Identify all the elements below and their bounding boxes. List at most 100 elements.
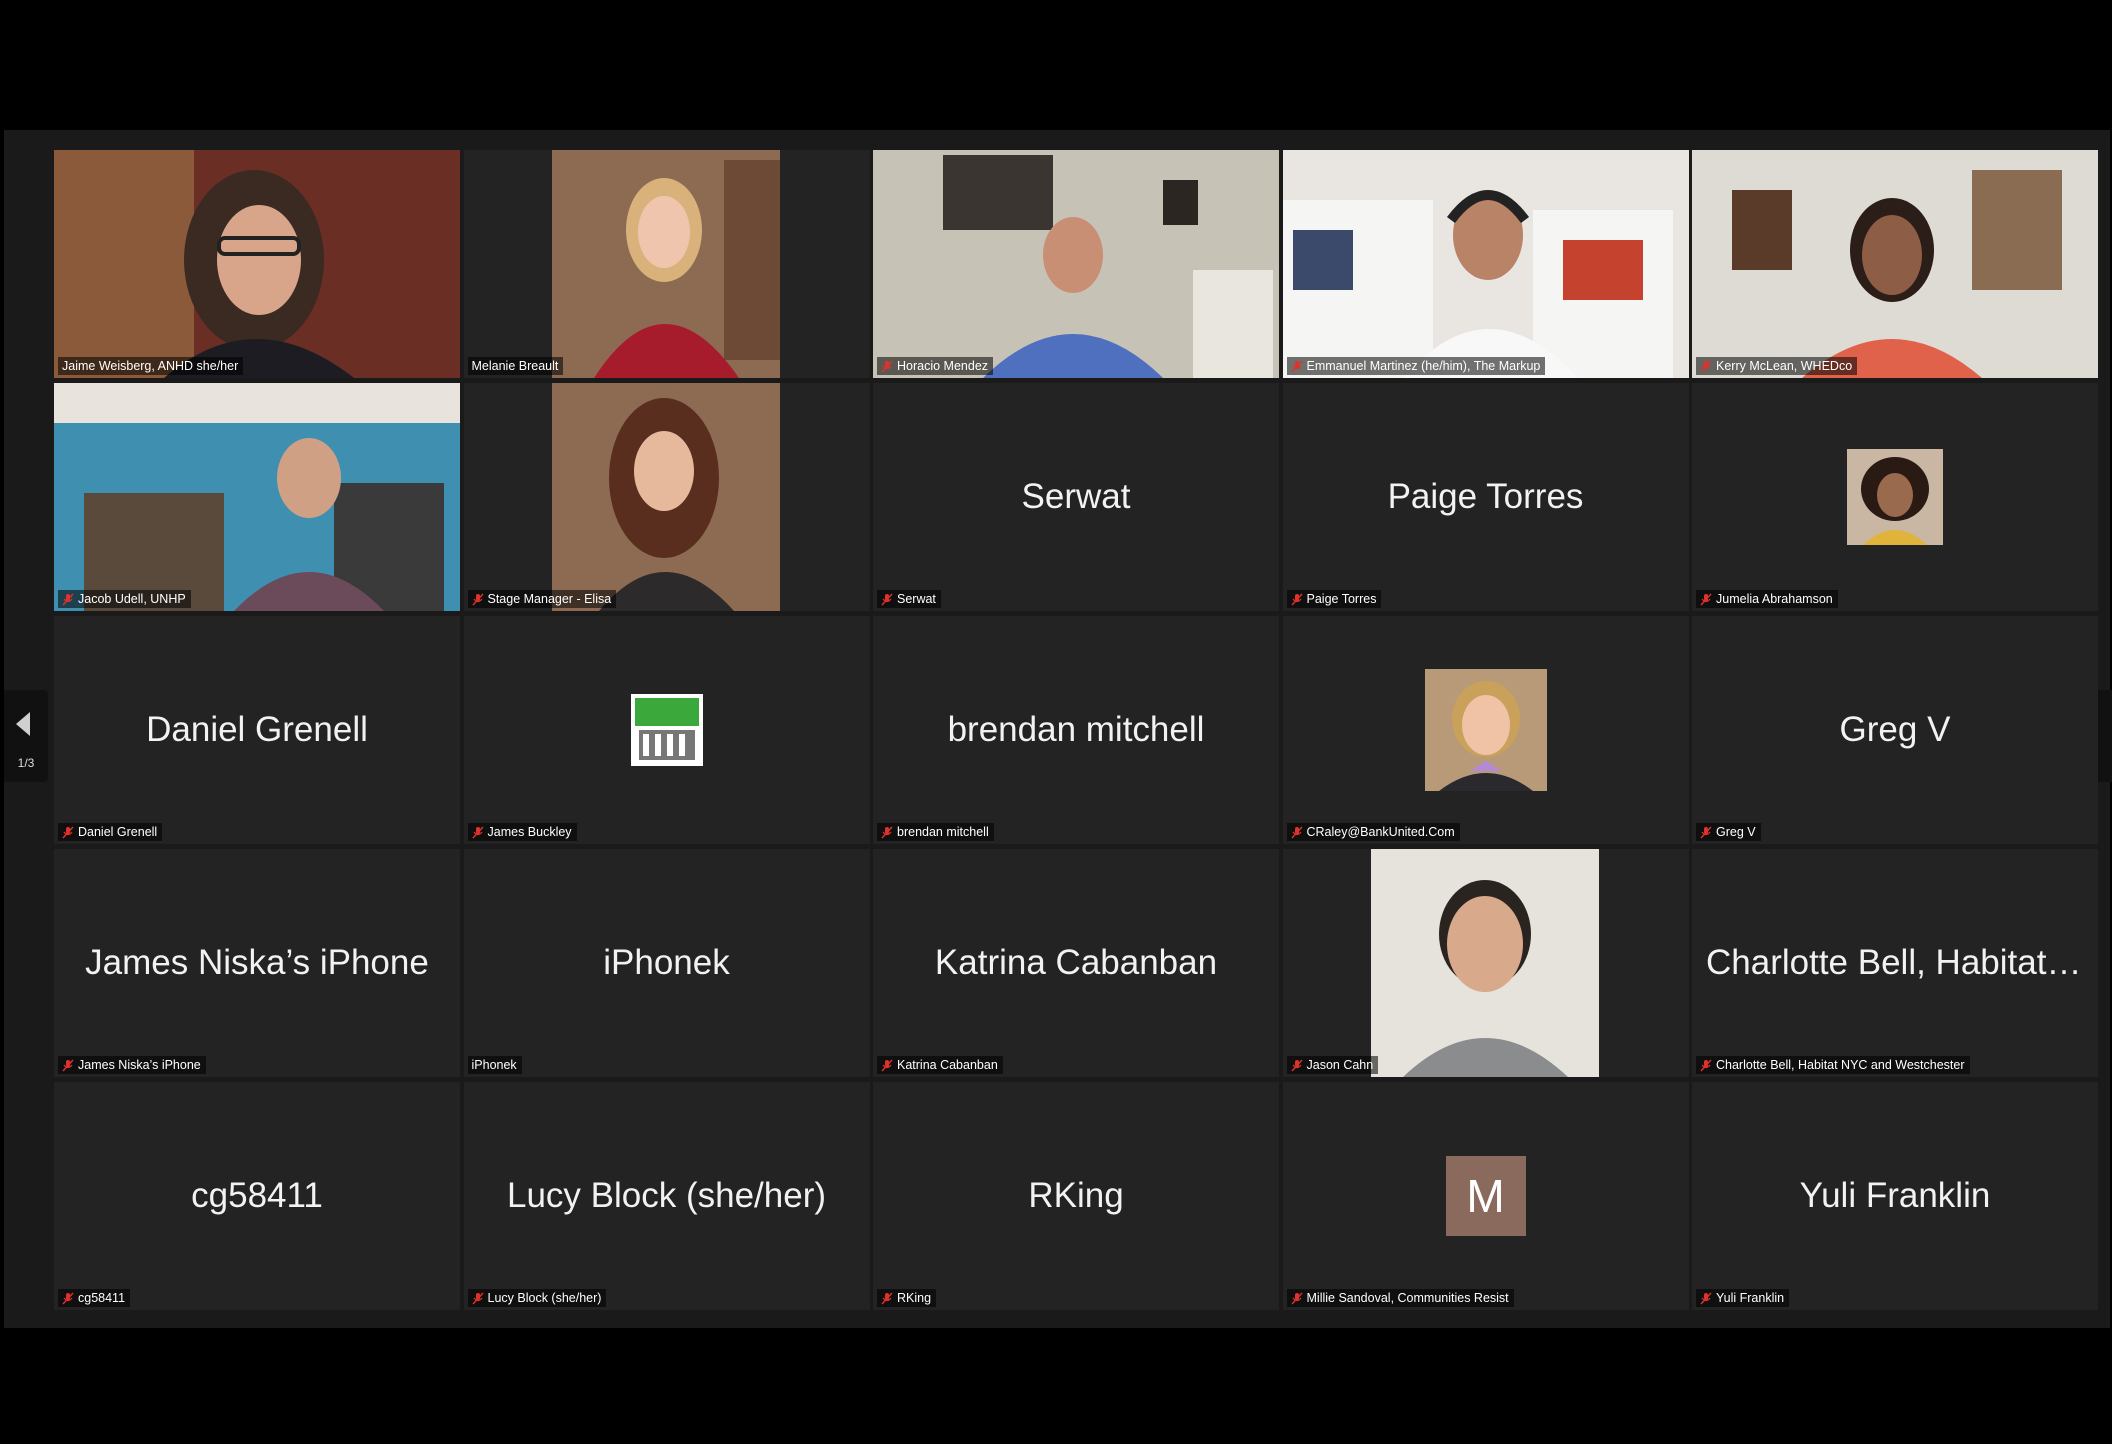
muted-mic-icon (62, 1292, 74, 1304)
participant-display-name: James Niska’s iPhone (85, 943, 429, 982)
participant-name: Horacio Mendez (897, 359, 989, 373)
participant-tile[interactable]: Paige Torres Paige Torres (1282, 383, 1689, 611)
participant-tile[interactable]: cg58411 cg58411 (54, 1082, 460, 1310)
participant-tile[interactable]: Katrina Cabanban Katrina Cabanban (873, 849, 1279, 1077)
participant-name: James Niska’s iPhone (78, 1058, 201, 1072)
participant-tile[interactable]: brendan mitchell brendan mitchell (873, 616, 1279, 844)
profile-photo (1282, 849, 1689, 1077)
participant-name: Jaime Weisberg, ANHD she/her (62, 359, 239, 373)
participant-name-label: James Niska’s iPhone (58, 1056, 206, 1074)
participant-name-label: Kerry McLean, WHEDco (1696, 357, 1858, 375)
muted-mic-icon (1700, 593, 1712, 605)
participant-tile[interactable]: Jumelia Abrahamson (1692, 383, 2098, 611)
muted-mic-icon (881, 1059, 893, 1071)
participant-display-name: Greg V (1839, 710, 1951, 749)
gallery-grid: Jaime Weisberg, ANHD she/her Melanie Bre… (54, 150, 2098, 1312)
muted-mic-icon (62, 826, 74, 838)
muted-mic-icon (1290, 826, 1303, 838)
participant-tile[interactable]: CRaley@BankUnited.Com (1282, 616, 1689, 844)
participant-tile[interactable]: James Buckley (463, 616, 870, 844)
participant-name-label: James Buckley (467, 823, 577, 841)
next-page-button[interactable] (2098, 690, 2112, 782)
participant-tile[interactable]: Charlotte Bell, Habitat N... Charlotte B… (1692, 849, 2098, 1077)
muted-mic-icon (1290, 593, 1303, 605)
participant-display-name: Serwat (1021, 477, 1131, 516)
muted-mic-icon (881, 593, 893, 605)
participant-tile[interactable]: RKing RKing (873, 1082, 1279, 1310)
participant-name-label: cg58411 (58, 1289, 131, 1307)
participant-display-name: Charlotte Bell, Habitat N... (1706, 943, 2098, 982)
participant-video (54, 150, 460, 378)
profile-photo (1847, 449, 1943, 545)
muted-mic-icon (881, 360, 893, 372)
participant-video (873, 150, 1279, 378)
participant-name-label: Lucy Block (she/her) (467, 1289, 607, 1307)
participant-name: Jumelia Abrahamson (1716, 592, 1833, 606)
chevron-left-icon (16, 712, 30, 736)
participant-name: Melanie Breault (471, 359, 559, 373)
participant-tile[interactable]: Kerry McLean, WHEDco (1692, 150, 2098, 378)
participant-tile[interactable]: Horacio Mendez (873, 150, 1279, 378)
participant-name: Kerry McLean, WHEDco (1716, 359, 1853, 373)
participant-tile[interactable]: Stage Manager - Elisa (463, 383, 870, 611)
participant-tile[interactable]: Daniel Grenell Daniel Grenell (54, 616, 460, 844)
participant-name-label: CRaley@BankUnited.Com (1286, 823, 1460, 841)
participant-name: Jacob Udell, UNHP (78, 592, 186, 606)
muted-mic-icon (471, 826, 484, 838)
participant-name-label: Millie Sandoval, Communities Resist (1286, 1289, 1514, 1307)
muted-mic-icon (1700, 1292, 1712, 1304)
participant-tile[interactable]: Jason Cahn (1282, 849, 1689, 1077)
participant-name: iPhonek (471, 1058, 517, 1072)
participant-tile[interactable]: Jacob Udell, UNHP (54, 383, 460, 611)
profile-photo (1424, 669, 1547, 791)
participant-display-name: Daniel Grenell (146, 710, 368, 749)
participant-name-label: Horacio Mendez (877, 357, 994, 375)
participant-name: brendan mitchell (897, 825, 989, 839)
participant-name: RKing (897, 1291, 932, 1305)
muted-mic-icon (471, 593, 484, 605)
muted-mic-icon (62, 1059, 74, 1071)
muted-mic-icon (1290, 1292, 1303, 1304)
page-indicator: 1/3 (17, 756, 35, 770)
participant-name-label: Melanie Breault (467, 357, 564, 375)
muted-mic-icon (1700, 1059, 1712, 1071)
participant-display-name: iPhonek (603, 943, 730, 982)
participant-display-name: Katrina Cabanban (934, 943, 1218, 982)
muted-mic-icon (1700, 360, 1712, 372)
participant-name: Serwat (897, 592, 936, 606)
participant-name: CRaley@BankUnited.Com (1306, 825, 1455, 839)
participant-tile[interactable]: Jaime Weisberg, ANHD she/her (54, 150, 460, 378)
participant-display-name: Paige Torres (1387, 477, 1584, 516)
participant-tile[interactable]: James Niska’s iPhone James Niska’s iPhon… (54, 849, 460, 1077)
previous-page-button[interactable]: 1/3 (4, 690, 48, 782)
participant-name-label: RKing (877, 1289, 937, 1307)
participant-tile[interactable]: Melanie Breault (463, 150, 870, 378)
participant-tile[interactable]: iPhonek iPhonek (463, 849, 870, 1077)
participant-name: Greg V (1716, 825, 1756, 839)
letter-avatar: M (1445, 1156, 1526, 1236)
participant-name: Jason Cahn (1306, 1058, 1374, 1072)
muted-mic-icon (62, 593, 74, 605)
participant-name: James Buckley (487, 825, 572, 839)
participant-name-label: Daniel Grenell (58, 823, 163, 841)
participant-tile[interactable]: Greg V Greg V (1692, 616, 2098, 844)
participant-tile[interactable]: M Millie Sandoval, Communities Resist (1282, 1082, 1689, 1310)
participant-name-label: Serwat (877, 590, 941, 608)
participant-name-label: Emmanuel Martinez (he/him), The Markup (1286, 357, 1546, 375)
participant-tile[interactable]: Lucy Block (she/her) Lucy Block (she/her… (463, 1082, 870, 1310)
participant-name-label: Jaime Weisberg, ANHD she/her (58, 357, 244, 375)
muted-mic-icon (1700, 826, 1712, 838)
participant-name-label: Paige Torres (1286, 590, 1382, 608)
participant-name-label: Jacob Udell, UNHP (58, 590, 191, 608)
muted-mic-icon (881, 826, 893, 838)
participant-display-name: RKing (1028, 1176, 1124, 1215)
participant-tile[interactable]: Serwat Serwat (873, 383, 1279, 611)
participant-name-label: Greg V (1696, 823, 1761, 841)
participant-display-name: Yuli Franklin (1799, 1176, 1991, 1215)
participant-name: Daniel Grenell (78, 825, 158, 839)
muted-mic-icon (881, 1292, 893, 1304)
participant-tile[interactable]: Yuli Franklin Yuli Franklin (1692, 1082, 2098, 1310)
participant-name-label: Stage Manager - Elisa (467, 590, 617, 608)
participant-tile[interactable]: Emmanuel Martinez (he/him), The Markup (1282, 150, 1689, 378)
participant-name: Charlotte Bell, Habitat NYC and Westches… (1716, 1058, 1965, 1072)
